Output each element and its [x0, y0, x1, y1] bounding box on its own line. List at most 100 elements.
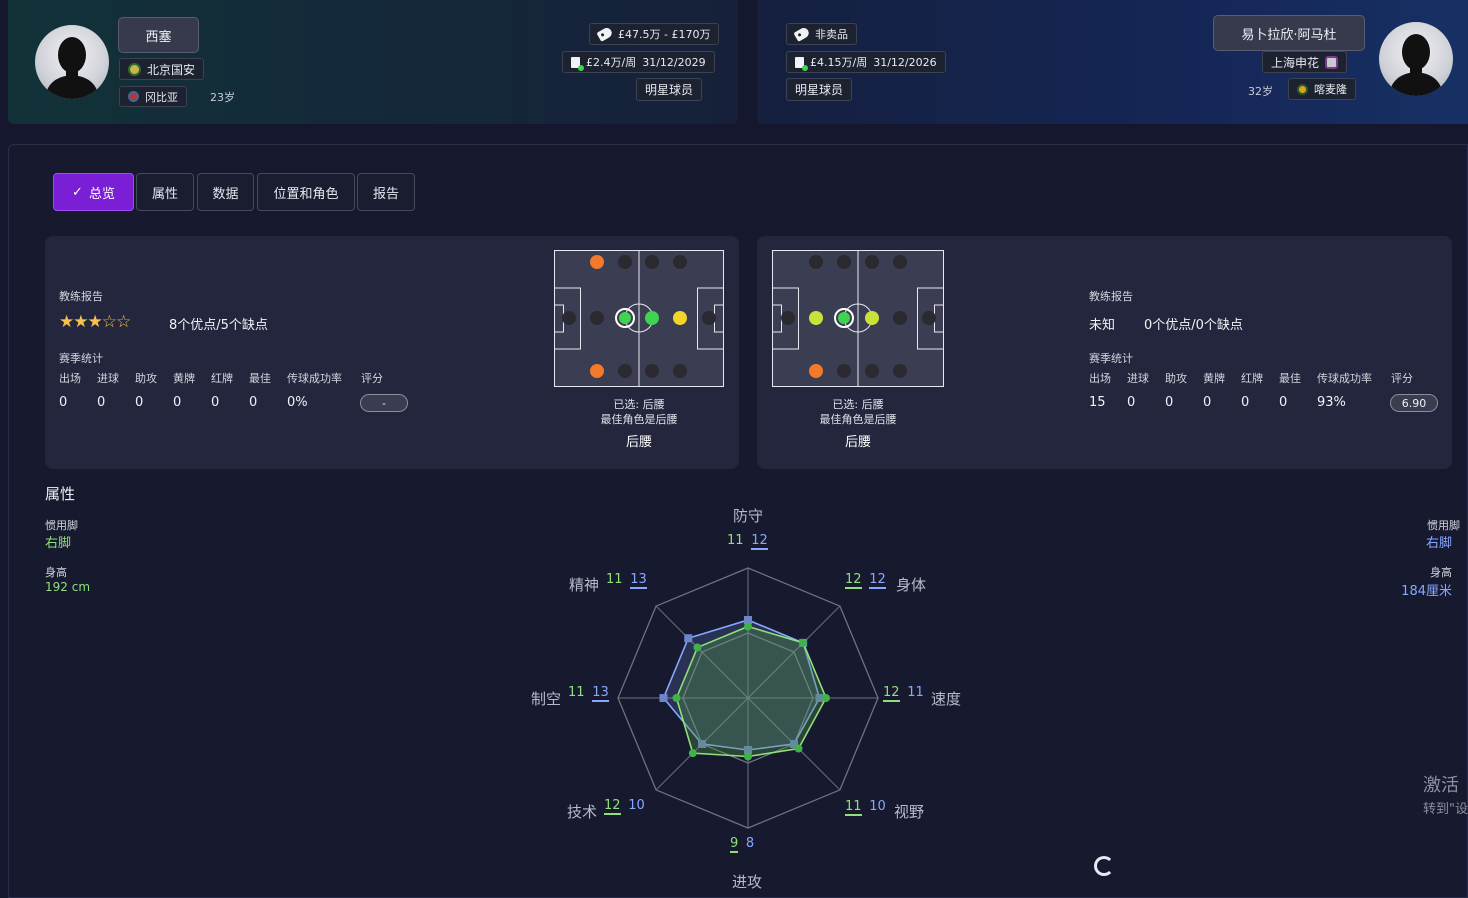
radar-value-b: 13	[592, 685, 609, 702]
radar-values-defence: 11 12	[727, 533, 768, 550]
stat-assists: 0	[1165, 395, 1174, 410]
stat-red: 0	[211, 395, 220, 410]
radar-value-a: 11	[606, 572, 623, 587]
player-b-contract-end: 31/12/2026	[873, 55, 937, 69]
player-b-age: 32岁	[1248, 85, 1273, 98]
radar-values-technique: 12 10	[604, 798, 645, 815]
stat-red: 0	[1241, 395, 1250, 410]
stat-header-assists: 助攻	[1165, 372, 1187, 385]
player-b-radar-point	[684, 634, 693, 643]
stat-header-red: 红牌	[1241, 372, 1263, 385]
tab-attributes[interactable]: 属性	[136, 173, 194, 211]
player-b-club[interactable]: 上海申花	[1262, 51, 1348, 73]
player-a-nation[interactable]: 冈比亚	[119, 86, 187, 107]
tab-positions-roles[interactable]: 位置和角色	[257, 173, 355, 211]
tab-overview[interactable]: ✓ 总览	[53, 173, 134, 211]
player-a-age: 23岁	[210, 91, 235, 104]
player-a-rating-pill: -	[360, 394, 408, 412]
loading-spinner-icon	[1094, 856, 1114, 876]
stat-assists: 0	[135, 395, 144, 410]
stat-header-apps: 出场	[59, 372, 81, 385]
radar-label-attack: 进攻	[732, 873, 763, 891]
player-b-season-stats-label: 赛季统计	[1089, 352, 1133, 365]
player-a-radar-point	[672, 694, 681, 702]
player-b-club-label: 上海申花	[1271, 55, 1320, 70]
player-a-height-label: 身高	[45, 566, 67, 579]
radar-label-aerial: 制空	[531, 690, 562, 708]
radar-value-b: 12	[751, 533, 768, 550]
player-a-radar-point	[794, 744, 803, 753]
stat-header-pass: 传球成功率	[287, 372, 342, 385]
player-b-foot: 右脚	[1425, 536, 1452, 551]
player-a-foot: 右脚	[45, 536, 72, 551]
player-a-radar-point	[799, 638, 808, 647]
player-b-nation-label: 喀麦隆	[1314, 83, 1347, 96]
player-a-role: 后腰	[625, 435, 652, 450]
stat-pass: 0%	[287, 395, 308, 410]
stat-header-rating: 评分	[361, 372, 383, 385]
player-a-wage: £2.4万/周	[586, 56, 637, 69]
radar-values-attack: 9 8	[730, 836, 755, 853]
radar-value-a: 11	[727, 533, 744, 548]
radar-values-vision: 11 10	[845, 799, 886, 816]
player-b-name-button[interactable]: 易卜拉欣·阿马杜	[1213, 15, 1365, 51]
player-a-season-stats-label: 赛季统计	[59, 352, 103, 365]
radar-value-b: 8	[745, 836, 755, 851]
player-a-star-rating: ★★★☆☆	[59, 312, 131, 332]
price-tag-icon	[596, 26, 614, 42]
player-a-name-button[interactable]: 西塞	[118, 17, 199, 53]
stat-header-pass: 传球成功率	[1317, 372, 1372, 385]
player-b-value: 非卖品	[786, 23, 857, 45]
player-a-nation-label: 冈比亚	[145, 90, 178, 104]
stat-motm: 0	[1279, 395, 1288, 410]
activation-watermark-title: 激活	[1423, 775, 1459, 796]
stat-header-rating: 评分	[1391, 372, 1413, 385]
tab-report[interactable]: 报告	[357, 173, 415, 211]
stat-motm: 0	[249, 395, 258, 410]
player-b-nation[interactable]: 喀麦隆	[1288, 78, 1356, 100]
player-a-height: 192 cm	[45, 580, 91, 594]
player-b-status: 明星球员	[786, 78, 853, 101]
player-a-club[interactable]: 北京国安	[119, 58, 205, 80]
radar-label-vision: 视野	[894, 803, 925, 821]
player-a-coach-report-label: 教练报告	[59, 290, 103, 303]
player-a-report-summary: 8个优点/5个缺点	[169, 318, 268, 333]
radar-value-b: 10	[869, 799, 886, 814]
tab-stats[interactable]: 数据	[197, 173, 254, 211]
player-b-height: 184厘米	[1401, 584, 1452, 599]
radar-values-speed: 12 11	[883, 685, 924, 702]
player-b-foot-label: 惯用脚	[1427, 519, 1460, 532]
checkmark-icon: ✓	[72, 184, 83, 200]
stat-header-yellow: 黄牌	[173, 372, 195, 385]
player-b-radar-point	[659, 694, 668, 702]
player-a-club-label: 北京国安	[147, 62, 196, 77]
player-a-radar-point	[688, 749, 697, 758]
cameroon-flag-icon	[1297, 83, 1308, 95]
activation-watermark-subtitle: 转到"设	[1423, 802, 1468, 817]
player-b-avatar	[1379, 22, 1453, 96]
stat-header-assists: 助攻	[135, 372, 157, 385]
radar-value-b: 11	[907, 685, 924, 700]
stat-goals: 0	[1127, 395, 1136, 410]
price-tag-icon	[793, 26, 811, 42]
stat-apps: 0	[59, 395, 68, 410]
radar-label-technique: 技术	[567, 803, 598, 821]
player-a-radar-point	[693, 643, 702, 652]
stat-header-motm: 最佳	[1279, 372, 1301, 385]
radar-value-a: 12	[883, 685, 900, 702]
player-a-value: £47.5万 - £170万	[589, 23, 720, 45]
player-a-position-pitch	[554, 250, 724, 387]
stat-goals: 0	[97, 395, 106, 410]
player-a-radar-point	[822, 694, 830, 702]
player-b-best-role: 最佳角色是后腰	[819, 413, 897, 426]
radar-value-a: 11	[568, 685, 585, 700]
player-a-radar-point	[744, 622, 752, 631]
tab-overview-label: 总览	[88, 186, 115, 202]
stat-apps: 15	[1089, 395, 1106, 410]
radar-values-mental: 11 13	[606, 572, 647, 589]
radar-values-aerial: 11 13	[568, 685, 609, 702]
radar-values-physical: 12 12	[845, 572, 886, 589]
radar-value-b: 10	[628, 798, 645, 813]
stat-pass: 93%	[1317, 395, 1346, 410]
attributes-section-title: 属性	[45, 485, 76, 503]
